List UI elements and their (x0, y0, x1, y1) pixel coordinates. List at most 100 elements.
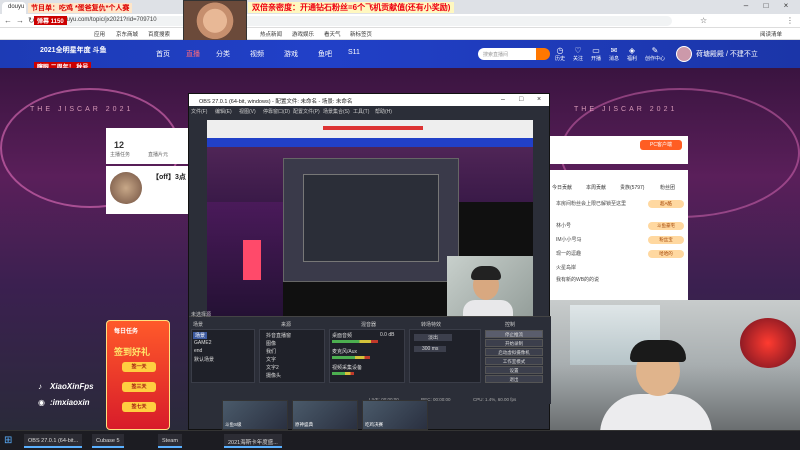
taskbar-cubase[interactable]: Cubase 5 (92, 434, 124, 448)
nav-category[interactable]: 分类 (216, 49, 230, 59)
nav-video[interactable]: 视频 (250, 49, 264, 59)
search-button[interactable] (536, 48, 550, 60)
promo-item[interactable]: 签三天 (122, 382, 156, 392)
thumbnail-card[interactable]: 吃鸡决赛 (362, 400, 428, 430)
douyu-header: 2021全明星年度 斗鱼 瞎眼 二周年！ 秋号 首页 直播 分类 视频 游戏 鱼… (0, 40, 800, 71)
scene-item[interactable]: end (194, 348, 202, 354)
bookmark-item[interactable]: 百度搜索 (148, 30, 170, 38)
fan-badge: 斗鱼豪宅 (648, 222, 684, 230)
webcam-red-decor (740, 318, 796, 368)
scene-item[interactable]: 场景 (193, 332, 208, 339)
menu-view[interactable]: 视图(V) (239, 108, 256, 115)
nav-home[interactable]: 首页 (156, 49, 170, 59)
source-item[interactable]: 我们 (266, 348, 276, 355)
tab-noble[interactable]: 贵族(5797) (620, 184, 644, 191)
tab-today[interactable]: 今日贡献 (552, 184, 572, 191)
settings-button[interactable]: 设置 (485, 366, 543, 374)
transition-select[interactable]: 淡出 (414, 334, 453, 341)
menu-scene-collection[interactable]: 场景集合(S) (323, 108, 350, 115)
url-input[interactable]: douyu.com/topic/jx2021?rid=709710 (52, 16, 672, 26)
banner-text: THE JISCAR 2021 (574, 106, 678, 113)
broadcast-button[interactable]: ▭ 开播 (588, 46, 604, 62)
bookmark-item[interactable]: 京东商城 (116, 30, 138, 38)
menu-profile[interactable]: 配置文件(P) (293, 108, 320, 115)
scene-item[interactable]: 默认场景 (194, 356, 214, 363)
bookmark-item[interactable]: 热点新闻 (260, 30, 282, 38)
creator-icon: ✎ (651, 46, 659, 55)
menu-edit[interactable]: 编辑(E) (215, 108, 232, 115)
signin-promo-widget[interactable] (106, 320, 170, 430)
obs-close-icon[interactable]: × (537, 96, 541, 103)
menu-icon[interactable]: ⋮ (786, 16, 794, 25)
windows-start-icon[interactable]: ⊞ (4, 435, 12, 446)
nav-live[interactable]: 直播 (186, 49, 200, 59)
broadcast-label: 开播 (590, 56, 601, 62)
fan-badge: 粉丝宝 (648, 236, 684, 244)
username[interactable]: 荷塘殿殿 / 不建不立 (696, 49, 758, 59)
menu-docks[interactable]: 停靠窗口(D) (263, 108, 290, 115)
creator-button[interactable]: ✎ 创作中心 (644, 46, 666, 62)
minimize-icon[interactable]: – (738, 1, 754, 10)
source-item[interactable]: 图像 (266, 340, 276, 347)
message-button[interactable]: ✉ 消息 (606, 46, 622, 62)
tab-week[interactable]: 本周贡献 (586, 184, 606, 191)
bookmark-item[interactable]: 看天气 (324, 30, 341, 38)
message-label: 消息 (608, 56, 619, 62)
source-item[interactable]: 文字2 (266, 364, 279, 371)
promo-item[interactable]: 签一天 (122, 362, 156, 372)
back-icon[interactable]: ← (4, 16, 12, 25)
pc-client-button[interactable]: PC客户端 (640, 140, 682, 150)
transition-duration[interactable]: 300 ms (414, 346, 447, 352)
thumbnail-card[interactable]: 原神盛典 (292, 400, 358, 430)
obs-window[interactable]: OBS 27.0.1 (64-bit, windows) - 配置文件: 未命名… (188, 93, 551, 430)
danmu-count-banner: 弹幕 1150 (34, 16, 67, 25)
bookmark-star-icon[interactable]: ☆ (700, 16, 707, 25)
stop-streaming-button[interactable]: 停止推流 (485, 330, 543, 338)
follow-button[interactable]: ♡ 关注 (570, 46, 586, 62)
forward-icon[interactable]: → (16, 16, 24, 25)
nav-s11[interactable]: S11 (348, 49, 360, 56)
thumbnail-card[interactable]: 斗鱼S级 (222, 400, 288, 430)
start-recording-button[interactable]: 开始录制 (485, 339, 543, 347)
scene-item[interactable]: GAME2 (194, 340, 212, 346)
source-item[interactable]: 文字 (266, 356, 276, 363)
menu-help[interactable]: 帮助(H) (375, 108, 392, 115)
anchor-avatar[interactable] (110, 172, 142, 204)
tab-fans[interactable]: 粉丝团 (660, 184, 675, 191)
obs-minimize-icon[interactable]: – (501, 96, 505, 103)
source-item[interactable]: 摄像头 (266, 372, 281, 379)
history-icon: ◷ (556, 46, 564, 55)
avatar[interactable] (676, 46, 692, 62)
task-button[interactable]: ◈ 福利 (624, 46, 640, 62)
bookmark-item[interactable]: 游戏娱乐 (292, 30, 314, 38)
close-icon[interactable]: × (778, 1, 794, 10)
taskbar-obs[interactable]: OBS 27.0.1 (64-bit... (24, 434, 83, 448)
promo-tag: 每日任务 (114, 329, 139, 335)
history-button[interactable]: ◷ 历史 (552, 46, 568, 62)
bookmark-item[interactable]: 应用 (94, 30, 105, 38)
program-banner: 节目单：吃鸡 *蛋爸复仇*个人赛 (28, 3, 133, 13)
obs-menubar: 文件(F) 编辑(E) 视图(V) 停靠窗口(D) 配置文件(P) 场景集合(S… (189, 106, 549, 116)
promo-item[interactable]: 签七天 (122, 402, 156, 412)
menu-tools[interactable]: 工具(T) (353, 108, 369, 115)
thumbnail-caption: 原神盛典 (295, 422, 313, 427)
site-logo[interactable]: 2021全明星年度 斗鱼 (40, 45, 107, 55)
source-item[interactable]: 抖音直播窗 (266, 332, 291, 339)
transition-panel: 淡出 300 ms (409, 329, 481, 383)
studio-mode-button[interactable]: 工作室模式 (485, 357, 543, 365)
nav-games[interactable]: 游戏 (284, 49, 298, 59)
exit-button[interactable]: 退出 (485, 375, 543, 383)
browser-tab[interactable]: douyu (2, 2, 26, 14)
menu-file[interactable]: 文件(F) (191, 108, 207, 115)
cpu-fps: CPU: 1.4%, 60.00 fps (473, 397, 517, 402)
virtual-camera-button[interactable]: 启动虚拟摄像机 (485, 348, 543, 356)
obs-maximize-icon[interactable]: □ (519, 96, 523, 103)
reading-list-link[interactable]: 阅读清单 (760, 30, 782, 38)
taskbar-steam[interactable]: Steam (158, 434, 182, 448)
tiktok-icon: ♪ (38, 382, 42, 391)
preview-banner (323, 126, 423, 130)
maximize-icon[interactable]: □ (758, 1, 774, 10)
taskbar-browser[interactable]: 2021海斯卡年度盛... (224, 434, 282, 448)
nav-fishbar[interactable]: 鱼吧 (318, 49, 332, 59)
bookmark-item[interactable]: 新标签页 (350, 30, 372, 38)
